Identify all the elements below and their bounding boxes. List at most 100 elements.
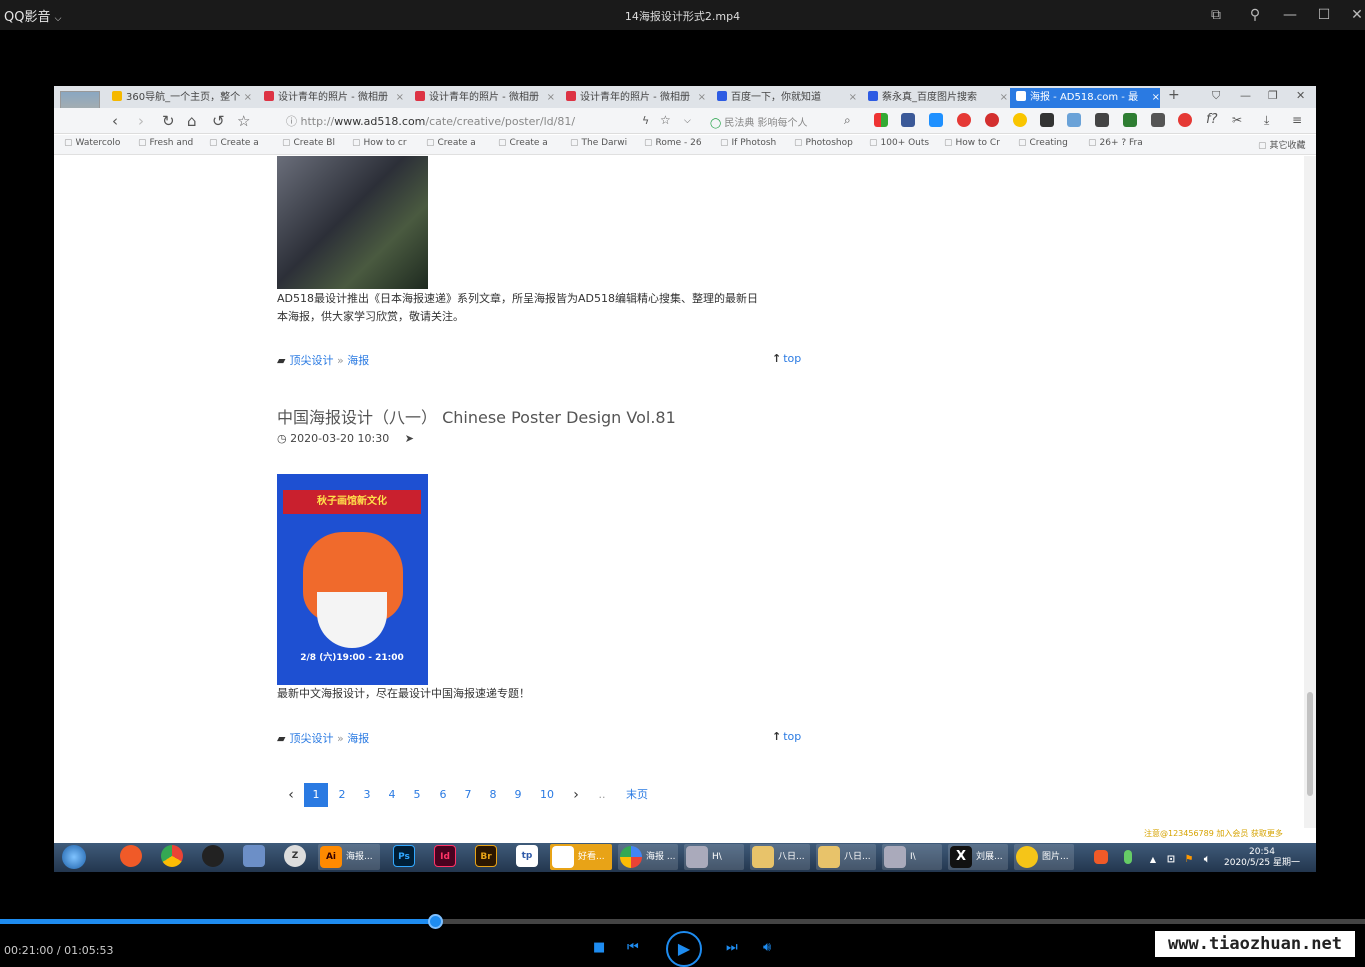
close-tab-icon[interactable]: × [698,88,706,108]
chat-icon[interactable] [1067,113,1081,127]
bookmark-item[interactable]: Create a [426,138,476,148]
close-tab-icon[interactable]: × [244,88,252,108]
close-tab-icon[interactable]: × [1152,88,1160,108]
page-link[interactable]: 7 [456,783,480,807]
browser-tab-active[interactable]: 海报 - AD518.com - 最 × [1010,88,1160,108]
page-link[interactable]: 5 [405,783,429,807]
stop-icon[interactable]: ■ [593,940,605,955]
bookmark-item[interactable]: 26+ ? Fra [1088,138,1143,148]
extension-icon[interactable] [1013,113,1027,127]
function-icon[interactable]: f? [1206,112,1217,127]
pin-icon[interactable]: ⚲ [1244,4,1266,26]
tag-icon[interactable]: ➤ [405,432,414,445]
tp-app-icon[interactable]: tp [516,845,538,867]
indesign-icon[interactable]: Id [434,845,456,867]
bookmark-star-icon[interactable]: ☆ [237,112,250,130]
prev-page-icon[interactable]: ‹ [279,783,303,807]
bookmark-item[interactable]: How to cr [352,138,407,148]
page-link[interactable]: 6 [431,783,455,807]
video-frame[interactable]: 360导航_一个主页，整个 × 设计青年的照片 - 微相册 × 设计青年的照片 - … [54,86,1316,872]
mini-mode-icon[interactable]: ⧉ [1205,4,1227,26]
bridge-icon[interactable]: Br [475,845,497,867]
url-bar[interactable]: ⓘ http://www.ad518.com/cate/creative/pos… [286,113,575,129]
close-icon[interactable]: ✕ [1346,4,1365,26]
bookmark-item[interactable]: Watercolo [64,138,121,148]
opera-icon[interactable] [1178,113,1192,127]
game-icon[interactable] [1151,113,1165,127]
post-title[interactable]: 中国海报设计（八一） Chinese Poster Design Vol.81 [277,404,676,428]
h-extension-icon[interactable] [1040,113,1054,127]
category-link[interactable]: 顶尖设计 [289,732,333,745]
browser-tab[interactable]: 设计青年的照片 - 微相册 × [415,88,555,108]
favorite-icon[interactable]: ☆ [660,113,671,127]
close-icon[interactable]: ✕ [1296,89,1305,102]
search-input[interactable]: ◯ 民法典 影响每个人 [710,114,808,129]
lightning-icon[interactable]: ϟ [642,114,649,127]
pdf-icon[interactable] [985,113,999,127]
category-link[interactable]: 顶尖设计 [289,354,333,367]
app-icon[interactable]: Z [284,845,306,867]
bookmark-item[interactable]: Create Bl [282,138,335,148]
flag-icon[interactable]: ⚑ [1182,849,1196,865]
last-page-link[interactable]: 末页 [622,783,652,807]
security-shield-icon[interactable] [1123,113,1137,127]
back-icon[interactable]: ‹ [112,112,118,130]
translate-icon[interactable] [929,113,943,127]
taskbar-task[interactable]: 好看... [550,844,612,870]
previous-icon[interactable]: ⏮ [627,940,639,955]
bookmark-item[interactable]: Create a [209,138,259,148]
taskbar-task[interactable]: 八日... [816,844,876,870]
category-link[interactable]: 海报 [347,732,369,745]
screenshot-icon[interactable] [1095,113,1109,127]
download-icon[interactable]: ⤓ [1264,113,1269,128]
next-page-icon[interactable]: › [564,783,588,807]
bookmark-item[interactable]: Rome - 26 [644,138,702,148]
favorites-star-icon[interactable] [901,113,915,127]
bookmark-item[interactable]: Creating [1018,138,1068,148]
shield-icon[interactable]: ⛉ [1212,89,1220,103]
post-thumbnail[interactable] [277,156,428,289]
browser-360-icon[interactable] [120,845,142,867]
scrollbar-thumb[interactable] [1307,692,1313,796]
tray-app-icon[interactable] [1094,850,1108,864]
page-link[interactable]: 3 [355,783,379,807]
page-scrollbar[interactable] [1304,156,1316,828]
qq-icon[interactable] [202,845,224,867]
search-icon[interactable]: ⌕ [844,113,851,128]
progress-knob[interactable] [428,914,443,929]
taskbar-task[interactable]: Ai 海报... [318,844,380,870]
volume-icon[interactable]: 🔈︎ [1200,849,1214,865]
next-icon[interactable]: ⏭ [726,940,738,955]
page-link[interactable]: 10 [535,783,559,807]
browser-tab[interactable]: 蔡永真_百度图片搜索 × [868,88,1008,108]
close-tab-icon[interactable]: × [1000,88,1008,108]
image-viewer-icon[interactable] [243,845,265,867]
forward-icon[interactable]: › [138,112,144,130]
chrome-icon[interactable] [161,845,183,867]
close-tab-icon[interactable]: × [849,88,857,108]
menu-icon[interactable]: ≡ [1292,113,1302,127]
play-icon[interactable]: ▶ [666,931,702,967]
new-tab-button[interactable]: + [1168,87,1180,103]
browser-tab[interactable]: 设计青年的照片 - 微相册 × [566,88,706,108]
reload-icon[interactable]: ↻ [162,112,175,130]
taskbar-task[interactable]: I\ [882,844,942,870]
other-bookmarks[interactable]: 其它收藏 [1258,138,1306,151]
post-thumbnail[interactable]: 秋子画馆新文化 2/8 (六)19:00 - 21:00 [277,474,428,685]
apps-icon[interactable] [874,113,888,127]
taskbar-task[interactable]: 八日... [750,844,810,870]
page-link-current[interactable]: 1 [304,783,328,807]
volume-icon[interactable]: 🔊︎ [763,940,771,955]
battery-icon[interactable] [1124,850,1132,864]
taskbar-task[interactable]: H\ [684,844,744,870]
page-link[interactable]: 9 [506,783,530,807]
restore-icon[interactable]: ❐ [1268,89,1278,102]
minimize-icon[interactable]: — [1240,89,1251,102]
taskbar-clock[interactable]: 20:54 2020/5/25 星期一 [1224,847,1300,869]
back-to-top-link[interactable]: ↑ top [772,730,801,743]
start-button-icon[interactable] [62,845,86,869]
tray-expand-icon[interactable]: ▲ [1148,849,1158,864]
close-tab-icon[interactable]: × [547,88,555,108]
taskbar-task[interactable]: 图片... [1014,844,1074,870]
chevron-down-icon[interactable]: ⌵ [684,116,691,126]
